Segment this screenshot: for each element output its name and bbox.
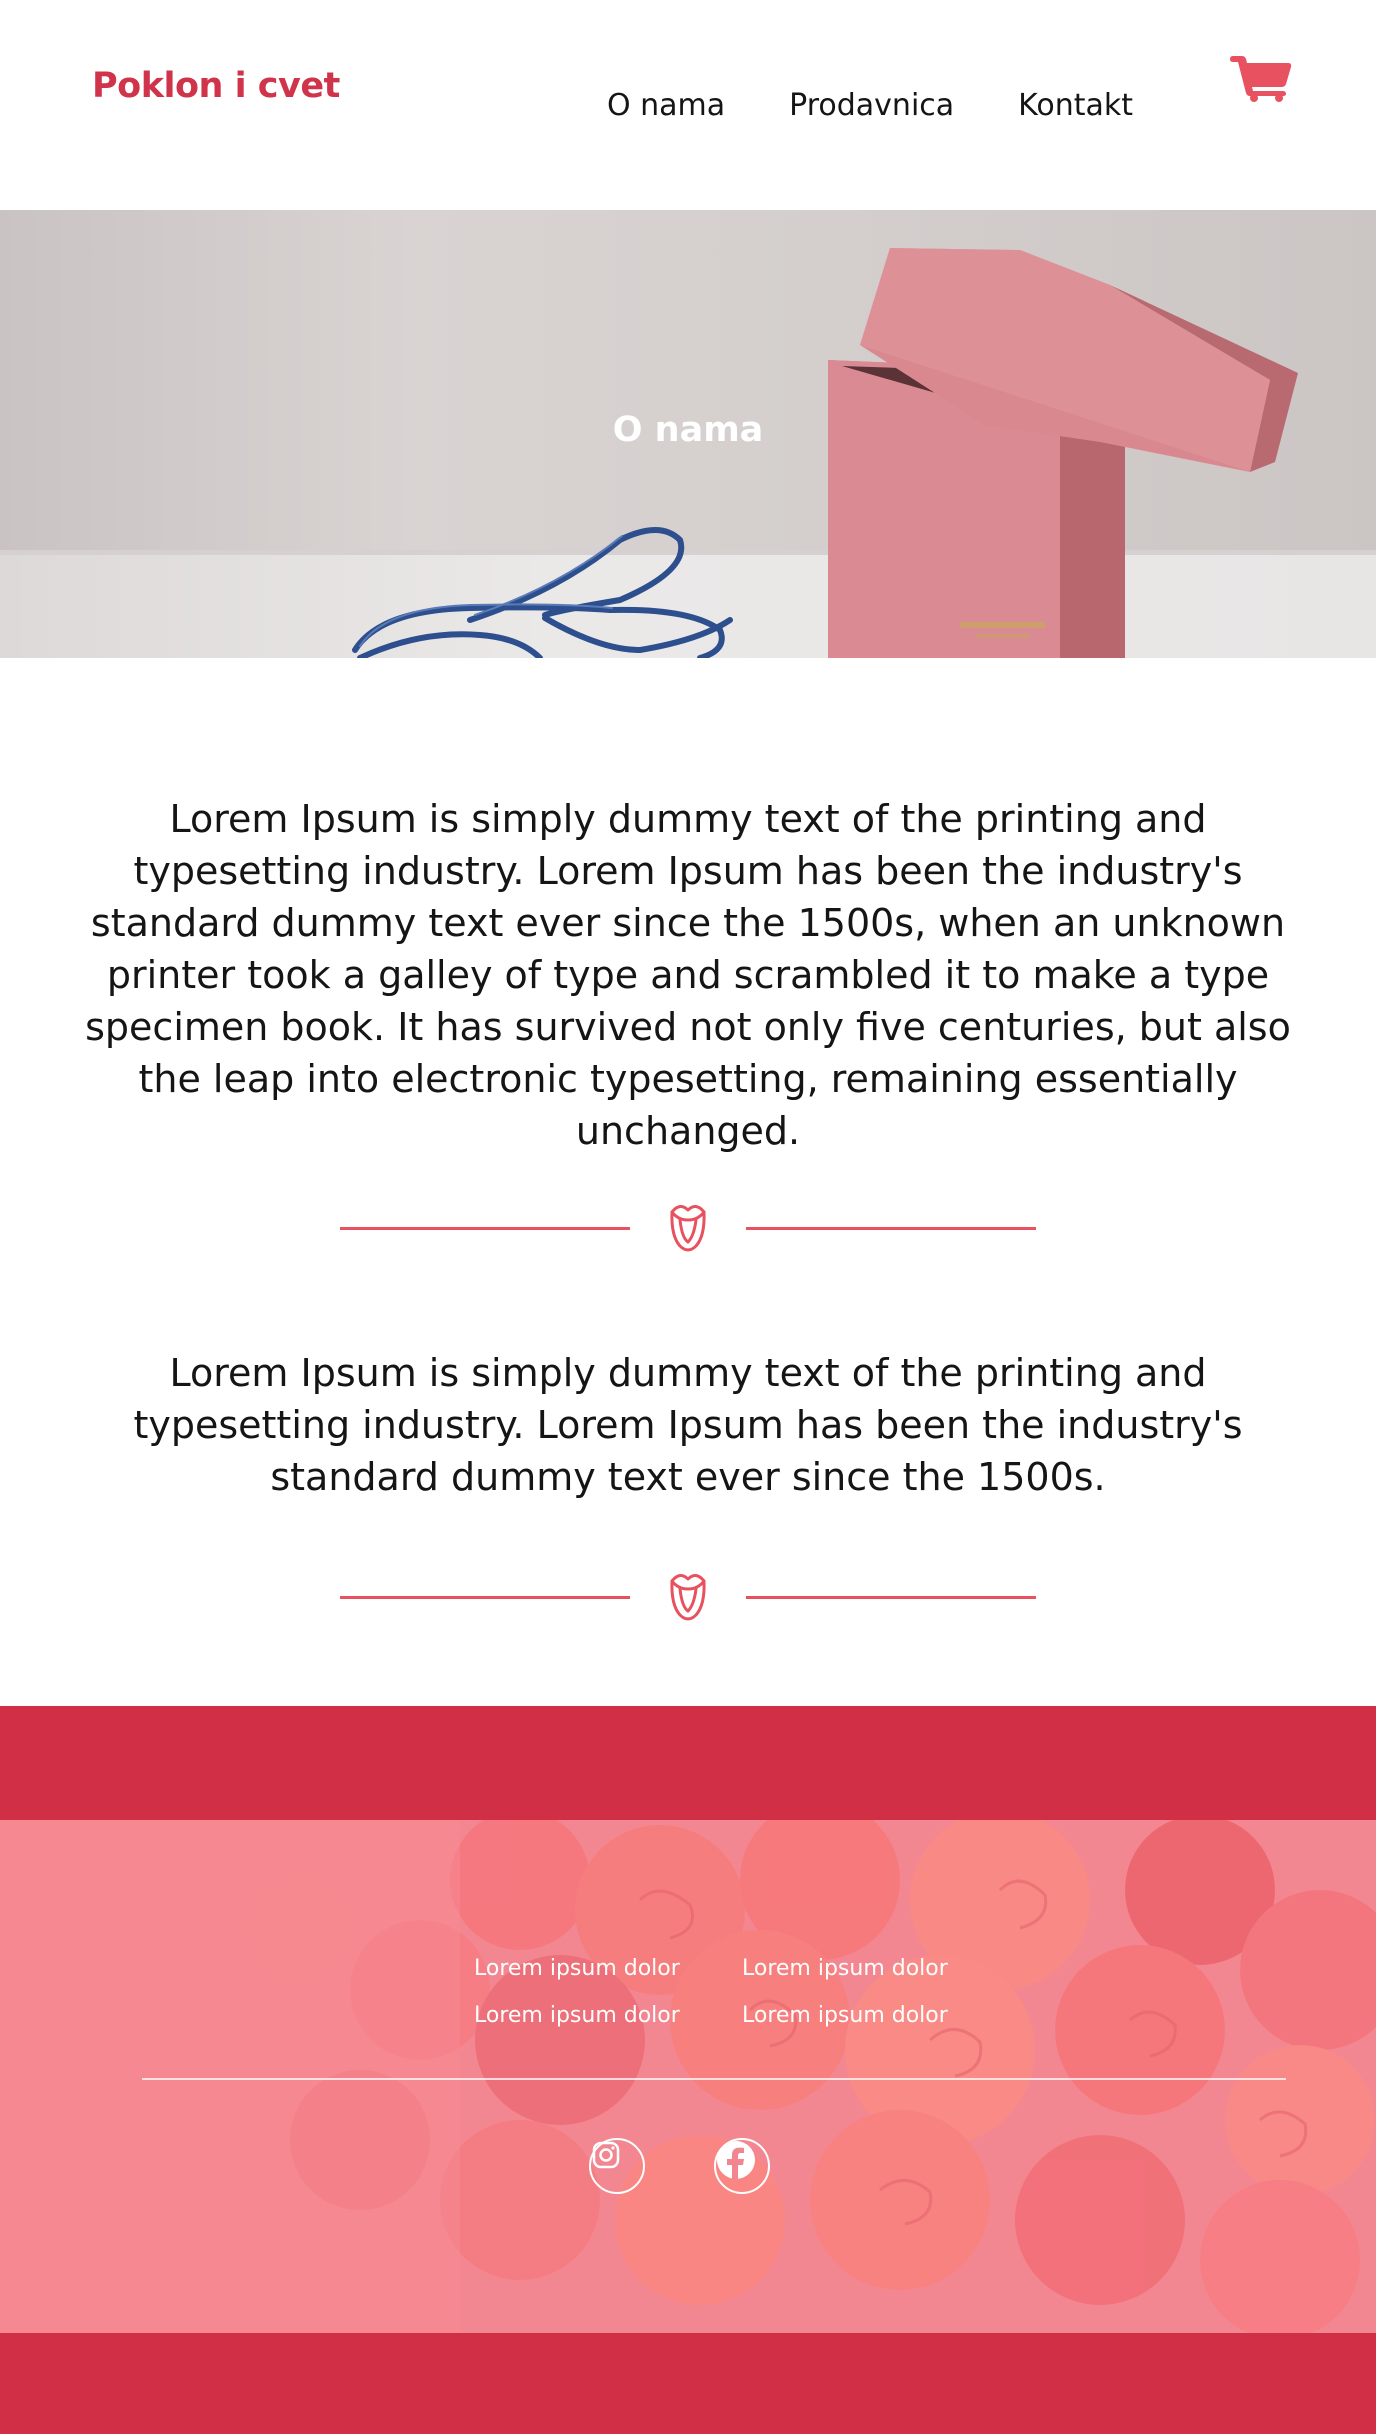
hero-title: O nama: [612, 410, 764, 450]
rose-icon: [670, 1205, 706, 1252]
rose-icon: [670, 1574, 706, 1621]
instagram-icon[interactable]: [589, 2138, 645, 2194]
footer-top-band: [0, 1706, 1376, 1820]
footer-link[interactable]: Lorem ipsum dolor: [474, 1956, 742, 1981]
about-paragraph-2: Lorem Ipsum is simply dummy text of the …: [133, 1351, 1243, 1499]
main-nav: O nama Prodavnica Kontakt: [607, 88, 1133, 123]
roses-background-photo: [0, 1820, 1376, 2333]
footer: Lorem ipsum dolor Lorem ipsum dolor Lore…: [0, 1820, 1376, 2333]
cart-icon[interactable]: [1230, 56, 1292, 102]
footer-link[interactable]: Lorem ipsum dolor: [474, 2003, 742, 2028]
footer-link[interactable]: Lorem ipsum dolor: [742, 1956, 962, 1981]
nav-link-o-nama[interactable]: O nama: [607, 88, 725, 123]
about-paragraph-1: Lorem Ipsum is simply dummy text of the …: [85, 797, 1291, 1153]
rose-divider: [340, 1567, 1036, 1627]
rose-divider: [340, 1198, 1036, 1258]
footer-bottom-band: [0, 2333, 1376, 2434]
divider-line-right: [746, 1596, 1036, 1599]
footer-divider: [142, 2078, 1286, 2080]
divider-line-left: [340, 1227, 630, 1230]
facebook-icon[interactable]: [714, 2138, 770, 2194]
divider-line-left: [340, 1596, 630, 1599]
divider-line-right: [746, 1227, 1036, 1230]
nav-link-prodavnica[interactable]: Prodavnica: [789, 88, 954, 123]
site-header: Poklon i cvet O nama Prodavnica Kontakt: [0, 0, 1376, 210]
footer-links: Lorem ipsum dolor Lorem ipsum dolor Lore…: [474, 1956, 962, 2028]
nav-link-kontakt[interactable]: Kontakt: [1018, 88, 1133, 123]
hero-banner: O nama: [0, 210, 1376, 658]
footer-link[interactable]: Lorem ipsum dolor: [742, 2003, 962, 2028]
logo[interactable]: Poklon i cvet: [92, 66, 340, 106]
